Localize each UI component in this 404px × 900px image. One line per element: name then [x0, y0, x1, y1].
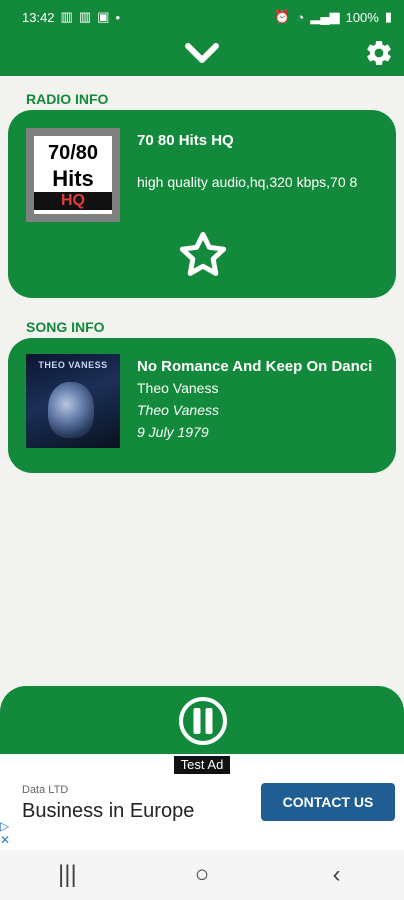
radio-title: 70 80 Hits HQ [137, 132, 234, 149]
alarm-icon: ⏰ [274, 9, 291, 24]
battery-label: 100% [345, 9, 379, 25]
ad-close-icon[interactable]: ✕ [0, 834, 12, 846]
radio-info-title: RADIO INFO [26, 91, 109, 107]
radio-info-card: 70/80 Hits HQ 70 80 Hits HQ high quality… [8, 110, 396, 298]
wifi-icon: ◔ [296, 9, 305, 25]
battery-icon: ▮ [384, 9, 392, 24]
image-icon: ▣ [97, 9, 110, 24]
player-bar [0, 686, 404, 756]
system-nav-bar: ||| ○ ‹ [0, 850, 404, 900]
radio-logo: 70/80 Hits HQ [26, 128, 120, 222]
sim-icon: ▥ [78, 9, 92, 24]
song-info-title: SONG INFO [26, 319, 105, 335]
song-date: 9 July 1979 [137, 424, 209, 440]
dot-icon: • [115, 9, 120, 25]
song-title: No Romance And Keep On Danci [137, 358, 373, 375]
clock: 13:42 [22, 9, 55, 25]
star-icon[interactable] [176, 228, 230, 282]
radio-description: high quality audio,hq,320 kbps,70 8 [137, 174, 358, 190]
ad-contact-button[interactable]: CONTACT US [261, 783, 395, 821]
back-icon[interactable]: ‹ [307, 861, 367, 889]
ad-company: Data LTD [22, 784, 69, 796]
radio-logo-line2: Hits [52, 166, 94, 191]
status-bar: 13:42 ▥ ▥ ▣ • ⏰ ◔ ▂▄▆ 100% ▮ [0, 0, 404, 32]
ad-label: Test Ad [174, 756, 230, 774]
status-left: 13:42 ▥ ▥ ▣ • [22, 9, 120, 25]
recent-apps-icon[interactable]: ||| [37, 861, 97, 889]
home-icon[interactable]: ○ [172, 861, 232, 889]
song-album: Theo Vaness [137, 402, 219, 418]
gear-icon[interactable] [364, 38, 394, 68]
album-face-image [48, 382, 94, 438]
ad-info-icon[interactable]: ▷ [0, 820, 12, 832]
album-art-title: THEO VANESS [38, 360, 108, 370]
signal-icon: ▂▄▆ [310, 9, 340, 24]
radio-logo-inner: 70/80 Hits HQ [34, 136, 112, 214]
chevron-down-icon[interactable] [184, 40, 220, 66]
album-art: THEO VANESS [26, 354, 120, 448]
sim-icon: ▥ [60, 9, 73, 24]
ad-headline: Business in Europe [22, 800, 195, 822]
top-header [0, 32, 404, 76]
ad-banner[interactable]: Test Ad Data LTD Business in Europe CONT… [0, 754, 404, 850]
song-info-card: THEO VANESS No Romance And Keep On Danci… [8, 338, 396, 473]
radio-logo-line1: 70/80 [47, 142, 99, 164]
status-right: ⏰ ◔ ▂▄▆ 100% ▮ [274, 9, 392, 25]
pause-icon[interactable] [178, 696, 228, 746]
radio-logo-line3: HQ [34, 192, 112, 210]
song-artist: Theo Vaness [137, 380, 219, 396]
